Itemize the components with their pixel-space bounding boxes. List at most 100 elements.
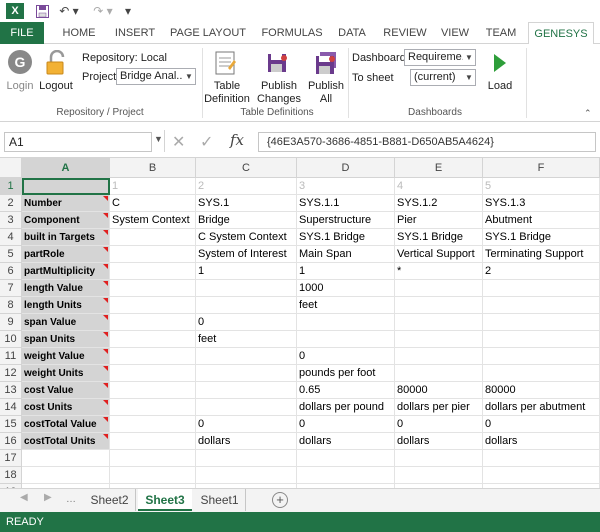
- cell-f14[interactable]: dollars per abutment: [483, 399, 600, 416]
- cell-c18[interactable]: [196, 467, 297, 484]
- cell-c11[interactable]: [196, 348, 297, 365]
- row-header[interactable]: 7: [0, 280, 22, 297]
- row-header[interactable]: 14: [0, 399, 22, 416]
- row-header[interactable]: 5: [0, 246, 22, 263]
- customize-toolbar-icon[interactable]: ▾: [120, 0, 136, 22]
- row-header[interactable]: 3: [0, 212, 22, 229]
- cell-f12[interactable]: [483, 365, 600, 382]
- row-header[interactable]: 4: [0, 229, 22, 246]
- cell-b5[interactable]: [110, 246, 196, 263]
- cell-a17[interactable]: [22, 450, 110, 467]
- cell-a2[interactable]: Number: [22, 195, 110, 212]
- publish-changes-button[interactable]: Publish Changes: [256, 80, 302, 106]
- cell-c9[interactable]: 0: [196, 314, 297, 331]
- cancel-x-icon[interactable]: ✕: [172, 132, 185, 152]
- cell-b14[interactable]: [110, 399, 196, 416]
- cell-b18[interactable]: [110, 467, 196, 484]
- cell-b8[interactable]: [110, 297, 196, 314]
- cell-a8[interactable]: length Units: [22, 297, 110, 314]
- row-header[interactable]: 10: [0, 331, 22, 348]
- cell-b17[interactable]: [110, 450, 196, 467]
- cell-d10[interactable]: [297, 331, 395, 348]
- cell-c5[interactable]: System of Interest: [196, 246, 297, 263]
- cell-d2[interactable]: SYS.1.1: [297, 195, 395, 212]
- to-sheet-dropdown[interactable]: (current) ▼: [410, 69, 476, 86]
- cell-a14[interactable]: cost Units: [22, 399, 110, 416]
- cell-e2[interactable]: SYS.1.2: [395, 195, 483, 212]
- cell-b15[interactable]: [110, 416, 196, 433]
- cell-e10[interactable]: [395, 331, 483, 348]
- cell-a18[interactable]: [22, 467, 110, 484]
- cell-f13[interactable]: 80000: [483, 382, 600, 399]
- row-header[interactable]: 8: [0, 297, 22, 314]
- publish-all-button[interactable]: Publish All: [306, 80, 346, 106]
- cell-f15[interactable]: 0: [483, 416, 600, 433]
- cell-f8[interactable]: [483, 297, 600, 314]
- tab-data[interactable]: DATA: [328, 22, 376, 44]
- logout-lock-icon[interactable]: [44, 49, 68, 76]
- cell-e16[interactable]: dollars: [395, 433, 483, 450]
- select-all-corner[interactable]: [0, 158, 22, 178]
- cell-a4[interactable]: built in Targets: [22, 229, 110, 246]
- name-box-dropdown-icon[interactable]: ▼: [154, 134, 163, 144]
- cell-a15[interactable]: costTotal Value: [22, 416, 110, 433]
- cell-e11[interactable]: [395, 348, 483, 365]
- cell-f3[interactable]: Abutment: [483, 212, 600, 229]
- cell-a9[interactable]: span Value: [22, 314, 110, 331]
- tab-page-layout[interactable]: PAGE LAYOUT: [160, 22, 256, 44]
- sheet-tab-sheet2[interactable]: Sheet2: [84, 489, 136, 511]
- cell-d7[interactable]: 1000: [297, 280, 395, 297]
- table-definition-icon[interactable]: [214, 50, 238, 76]
- cell-c2[interactable]: SYS.1: [196, 195, 297, 212]
- collapse-ribbon-icon[interactable]: ⌃: [584, 108, 592, 119]
- row-header[interactable]: 2: [0, 195, 22, 212]
- load-play-icon[interactable]: [492, 52, 508, 74]
- row-header[interactable]: 18: [0, 467, 22, 484]
- cell-d16[interactable]: dollars: [297, 433, 395, 450]
- cell-f11[interactable]: [483, 348, 600, 365]
- cell-b7[interactable]: [110, 280, 196, 297]
- column-header-a[interactable]: A: [22, 158, 110, 178]
- insert-function-fx-icon[interactable]: fx: [230, 131, 244, 149]
- formula-input[interactable]: {46E3A570-3686-4851-B881-D650AB5A4624}: [258, 132, 596, 152]
- cell-d11[interactable]: 0: [297, 348, 395, 365]
- cell-d12[interactable]: pounds per foot: [297, 365, 395, 382]
- cell-c7[interactable]: [196, 280, 297, 297]
- row-header[interactable]: 17: [0, 450, 22, 467]
- cell-d9[interactable]: [297, 314, 395, 331]
- cell-d1[interactable]: 3: [297, 178, 395, 195]
- cell-e15[interactable]: 0: [395, 416, 483, 433]
- row-header[interactable]: 1: [0, 178, 22, 195]
- cell-c4[interactable]: C System Context: [196, 229, 297, 246]
- save-icon[interactable]: [32, 0, 52, 22]
- login-button[interactable]: Login: [2, 80, 38, 93]
- cell-f7[interactable]: [483, 280, 600, 297]
- logout-button[interactable]: Logout: [38, 80, 74, 93]
- cell-c14[interactable]: [196, 399, 297, 416]
- cell-d15[interactable]: 0: [297, 416, 395, 433]
- load-button[interactable]: Load: [482, 80, 518, 93]
- cell-d5[interactable]: Main Span: [297, 246, 395, 263]
- row-header[interactable]: 9: [0, 314, 22, 331]
- cell-b10[interactable]: [110, 331, 196, 348]
- cell-c1[interactable]: 2: [196, 178, 297, 195]
- tab-file[interactable]: FILE: [0, 22, 44, 44]
- cell-d17[interactable]: [297, 450, 395, 467]
- cell-c10[interactable]: feet: [196, 331, 297, 348]
- cell-f10[interactable]: [483, 331, 600, 348]
- cell-a6[interactable]: partMultiplicity: [22, 263, 110, 280]
- publish-all-icon[interactable]: [314, 50, 340, 76]
- cell-e8[interactable]: [395, 297, 483, 314]
- cell-e9[interactable]: [395, 314, 483, 331]
- cell-a16[interactable]: costTotal Units: [22, 433, 110, 450]
- tab-insert[interactable]: INSERT: [110, 22, 160, 44]
- cell-e13[interactable]: 80000: [395, 382, 483, 399]
- cell-b6[interactable]: [110, 263, 196, 280]
- tab-team[interactable]: TEAM: [476, 22, 526, 44]
- row-header[interactable]: 16: [0, 433, 22, 450]
- column-header-e[interactable]: E: [395, 158, 483, 178]
- cell-f4[interactable]: SYS.1 Bridge: [483, 229, 600, 246]
- cell-e14[interactable]: dollars per pier: [395, 399, 483, 416]
- publish-changes-icon[interactable]: [266, 50, 290, 76]
- cell-c6[interactable]: 1: [196, 263, 297, 280]
